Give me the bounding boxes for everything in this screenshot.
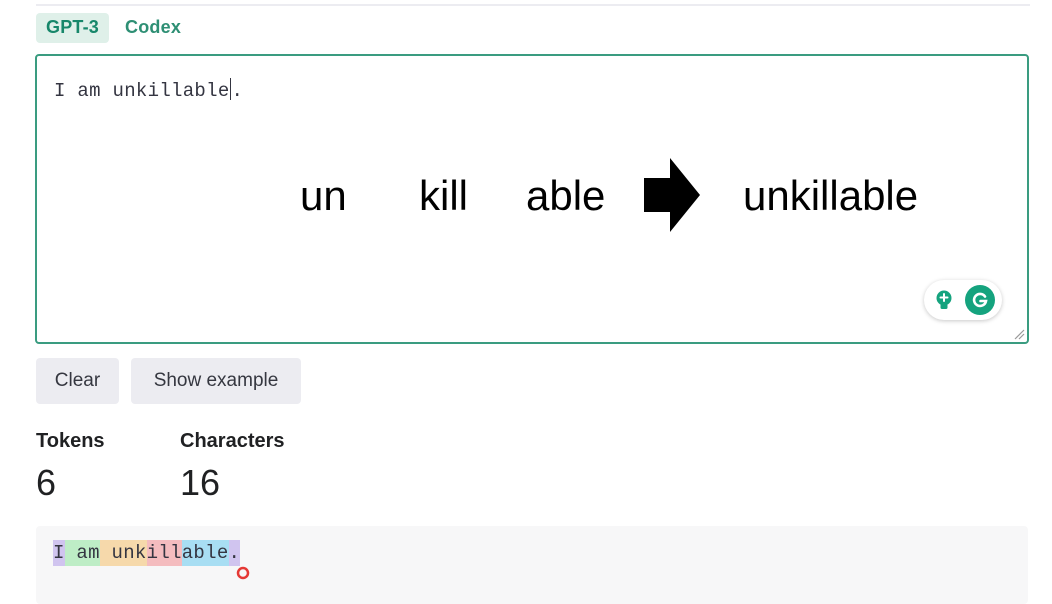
text-caret: [229, 78, 231, 100]
tab-gpt3[interactable]: GPT-3: [36, 13, 110, 43]
input-text[interactable]: I am unkillable.: [54, 78, 243, 102]
tab-codex[interactable]: Codex: [115, 13, 191, 43]
tokenized-output: I am unkillable.: [36, 526, 1028, 604]
lightbulb-icon[interactable]: [933, 289, 955, 311]
show-example-button[interactable]: Show example: [131, 358, 301, 404]
token-chip: am: [64, 540, 100, 566]
token-line: I am unkillable.: [53, 540, 241, 566]
token-chip: able: [181, 540, 229, 566]
token-chip: unk: [99, 540, 147, 566]
annotation-part-able: able: [526, 172, 606, 219]
mouse-cursor-icon: [236, 566, 250, 580]
clear-button[interactable]: Clear: [36, 358, 119, 404]
grammarly-icon[interactable]: [965, 285, 995, 315]
input-text-after-caret: .: [231, 80, 244, 102]
writing-assistant-widget[interactable]: [924, 280, 1002, 320]
g-letter-icon: [972, 292, 988, 308]
annotation-part-kill: kill: [419, 172, 468, 219]
tokenizer-page: GPT-3 Codex I am unkillable. un kill abl…: [0, 0, 1052, 604]
right-arrow-icon: [644, 158, 700, 232]
tokens-count: 6: [36, 462, 57, 503]
token-chip: I: [53, 540, 65, 566]
tokens-label: Tokens: [36, 430, 105, 452]
annotation-result: unkillable: [743, 172, 919, 219]
top-divider: [36, 4, 1030, 6]
resize-handle-icon[interactable]: [1013, 328, 1025, 340]
token-chip: .: [228, 540, 241, 566]
token-chip: ill: [146, 540, 182, 566]
characters-label: Characters: [180, 430, 285, 452]
annotation-part-un: un: [300, 172, 347, 219]
model-tabs: GPT-3 Codex: [36, 13, 191, 43]
characters-count: 16: [180, 462, 221, 503]
input-text-before-caret: I am unkillable: [54, 80, 230, 102]
